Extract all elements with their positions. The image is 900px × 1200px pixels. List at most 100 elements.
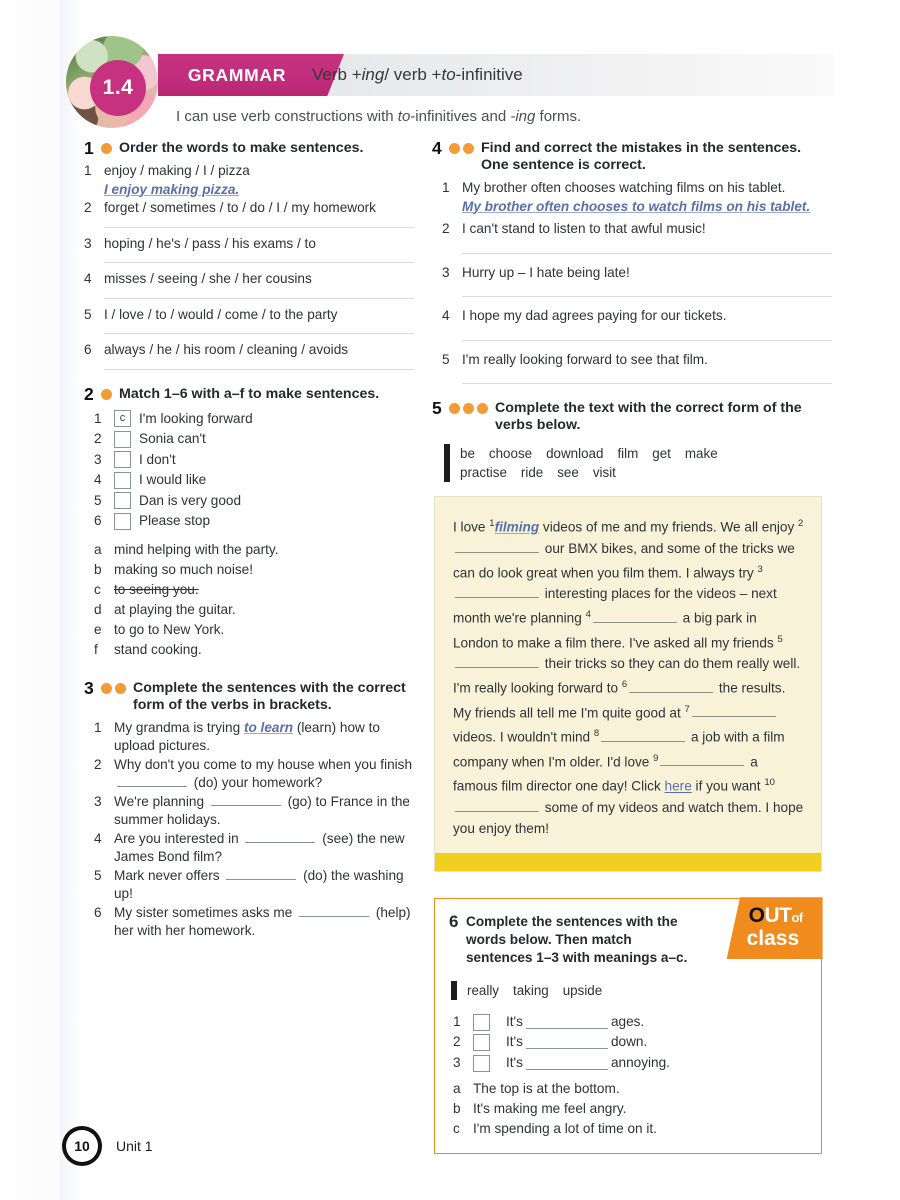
list-item: 2 It's down. <box>453 1032 805 1053</box>
sentence-label: 2 <box>453 1034 461 1050</box>
sentence-post: down. <box>610 1034 648 1050</box>
list-item: 5 Dan is very good <box>94 491 414 512</box>
list-item: 5 I'm really looking forward to see that… <box>442 351 832 370</box>
item-body: My brother often chooses watching films … <box>462 179 832 216</box>
option-text: to seeing you. <box>114 581 199 597</box>
exercise-1-items: 1 enjoy / making / I / pizza I enjoy mak… <box>84 162 414 370</box>
item-answer[interactable]: My brother often chooses to watch films … <box>462 199 810 214</box>
list-item: 1 enjoy / making / I / pizza I enjoy mak… <box>84 162 414 199</box>
item-body: My grandma is trying to learn (learn) ho… <box>114 719 414 756</box>
can-do-statement: I can use verb constructions with to-inf… <box>176 108 581 125</box>
gapfill-answer[interactable]: filming <box>495 520 540 535</box>
item-label: 3 <box>94 793 102 809</box>
answer-blank[interactable] <box>299 904 370 917</box>
meaning-text: The top is at the bottom. <box>473 1081 620 1097</box>
list-item: a mind helping with the party. <box>94 540 414 560</box>
list-item: 2 Sonia can't <box>94 429 414 450</box>
exercise-2-heading: 2 Match 1–6 with a–f to make sentences. <box>84 383 414 404</box>
match-label: 5 <box>94 492 102 508</box>
gap-number: 6 <box>621 679 628 691</box>
list-item: c I'm spending a lot of time on it. <box>453 1119 805 1139</box>
difficulty-dot-icon <box>463 403 474 414</box>
difficulty-dots-2 <box>101 388 112 400</box>
item-prompt: I'm really looking forward to see that f… <box>462 351 708 367</box>
badge-word-of: of <box>791 910 803 926</box>
answer-blank[interactable] <box>691 703 776 718</box>
answer-blank[interactable] <box>525 1036 608 1050</box>
answer-line[interactable] <box>104 333 414 334</box>
answer-blank[interactable] <box>245 830 316 843</box>
list-item: f stand cooking. <box>94 640 414 660</box>
match-checkbox[interactable] <box>114 451 131 469</box>
answer-line[interactable] <box>462 252 832 254</box>
answer-line[interactable] <box>104 297 414 299</box>
answer-blank[interactable] <box>525 1016 608 1029</box>
item-label: 6 <box>94 904 102 920</box>
answer-line[interactable] <box>462 339 832 341</box>
item-label: 4 <box>84 271 92 286</box>
list-item: 4 I hope my dad agrees paying for our ti… <box>442 307 832 326</box>
exercise-3-heading: 3 Complete the sentences with the correc… <box>84 679 414 714</box>
wordbank-word: really <box>467 982 499 998</box>
match-checkbox[interactable]: c <box>114 410 131 428</box>
list-item: 5 Mark never offers (do) the washing up! <box>94 867 414 904</box>
sentence-checkbox[interactable] <box>473 1013 490 1031</box>
item-pre: Why don't you come to my house when you … <box>114 756 413 772</box>
exercise-1-instruction: Order the words to make sentences. <box>119 140 364 156</box>
answer-line[interactable] <box>104 368 414 370</box>
can-do-part2: -infinitives and <box>410 108 511 125</box>
answer-line[interactable] <box>104 226 414 228</box>
item-answer[interactable]: to learn <box>244 720 293 735</box>
list-item: 4 Are you interested in (see) the new Ja… <box>94 830 414 867</box>
answer-blank[interactable] <box>455 798 539 812</box>
match-checkbox[interactable] <box>114 492 131 510</box>
answer-blank[interactable] <box>601 728 686 742</box>
list-item: 3 It's annoying. <box>453 1053 805 1074</box>
answer-blank[interactable] <box>226 867 297 880</box>
unit-photo-circle: 1.4 <box>66 36 158 128</box>
list-item: 1 My grandma is trying to learn (learn) … <box>94 719 414 756</box>
item-body: Are you interested in (see) the new Jame… <box>114 830 414 867</box>
item-body: Mark never offers (do) the washing up! <box>114 867 414 904</box>
item-label: 5 <box>442 351 450 367</box>
badge-letter-o: O <box>748 904 765 928</box>
lesson-title-part2: / verb + <box>384 65 442 84</box>
answer-blank[interactable] <box>455 584 539 599</box>
sentence-checkbox[interactable] <box>473 1034 490 1052</box>
match-text: I'm looking forward <box>139 410 253 426</box>
match-checkbox[interactable] <box>114 471 131 489</box>
exercise-3-instruction: Complete the sentences with the correct … <box>133 679 406 713</box>
exercise-6-sentences: 1 It's ages. 2 It's down. 3 It's annoyin… <box>453 1012 805 1074</box>
list-item: 5 I / love / to / would / come / to the … <box>84 306 414 325</box>
answer-line[interactable] <box>462 296 832 297</box>
answer-blank[interactable] <box>525 1057 608 1070</box>
answer-blank[interactable] <box>455 654 539 669</box>
gapfill-text-run: if you want <box>691 778 765 794</box>
answer-blank[interactable] <box>455 539 539 553</box>
exercise-2-number: 2 <box>84 383 94 404</box>
item-body: enjoy / making / I / pizza I enjoy makin… <box>104 162 414 199</box>
list-item: 3 hoping / he's / pass / his exams / to <box>84 235 414 254</box>
right-column: 4 Find and correct the mistakes in the s… <box>432 139 832 1155</box>
answer-blank[interactable] <box>210 793 281 806</box>
match-checkbox[interactable] <box>114 512 131 530</box>
answer-line[interactable] <box>104 262 414 263</box>
page-header: GRAMMAR Verb + ing / verb + to -infinitiv… <box>66 36 834 136</box>
item-answer[interactable]: I enjoy making pizza. <box>104 182 239 197</box>
answer-blank[interactable] <box>660 752 745 767</box>
exercise-6-number: 6 <box>449 911 459 931</box>
answer-blank[interactable] <box>117 774 187 787</box>
answer-blank[interactable] <box>629 679 714 693</box>
list-item: b making so much noise! <box>94 560 414 580</box>
gapfill-text: I love 1filming videos of me and my frie… <box>435 497 821 853</box>
sentence-checkbox[interactable] <box>473 1054 490 1072</box>
exercise-4: 4 Find and correct the mistakes in the s… <box>432 139 832 384</box>
inline-link[interactable]: here <box>665 779 692 794</box>
list-item: 4 misses / seeing / she / her cousins <box>84 270 414 289</box>
option-text: stand cooking. <box>114 641 202 657</box>
answer-blank[interactable] <box>592 609 677 623</box>
answer-line[interactable] <box>462 383 832 384</box>
footer-unit-label: Unit 1 <box>116 1138 153 1154</box>
match-checkbox[interactable] <box>114 430 131 448</box>
list-item: 6 My sister sometimes asks me (help) her… <box>94 904 414 941</box>
